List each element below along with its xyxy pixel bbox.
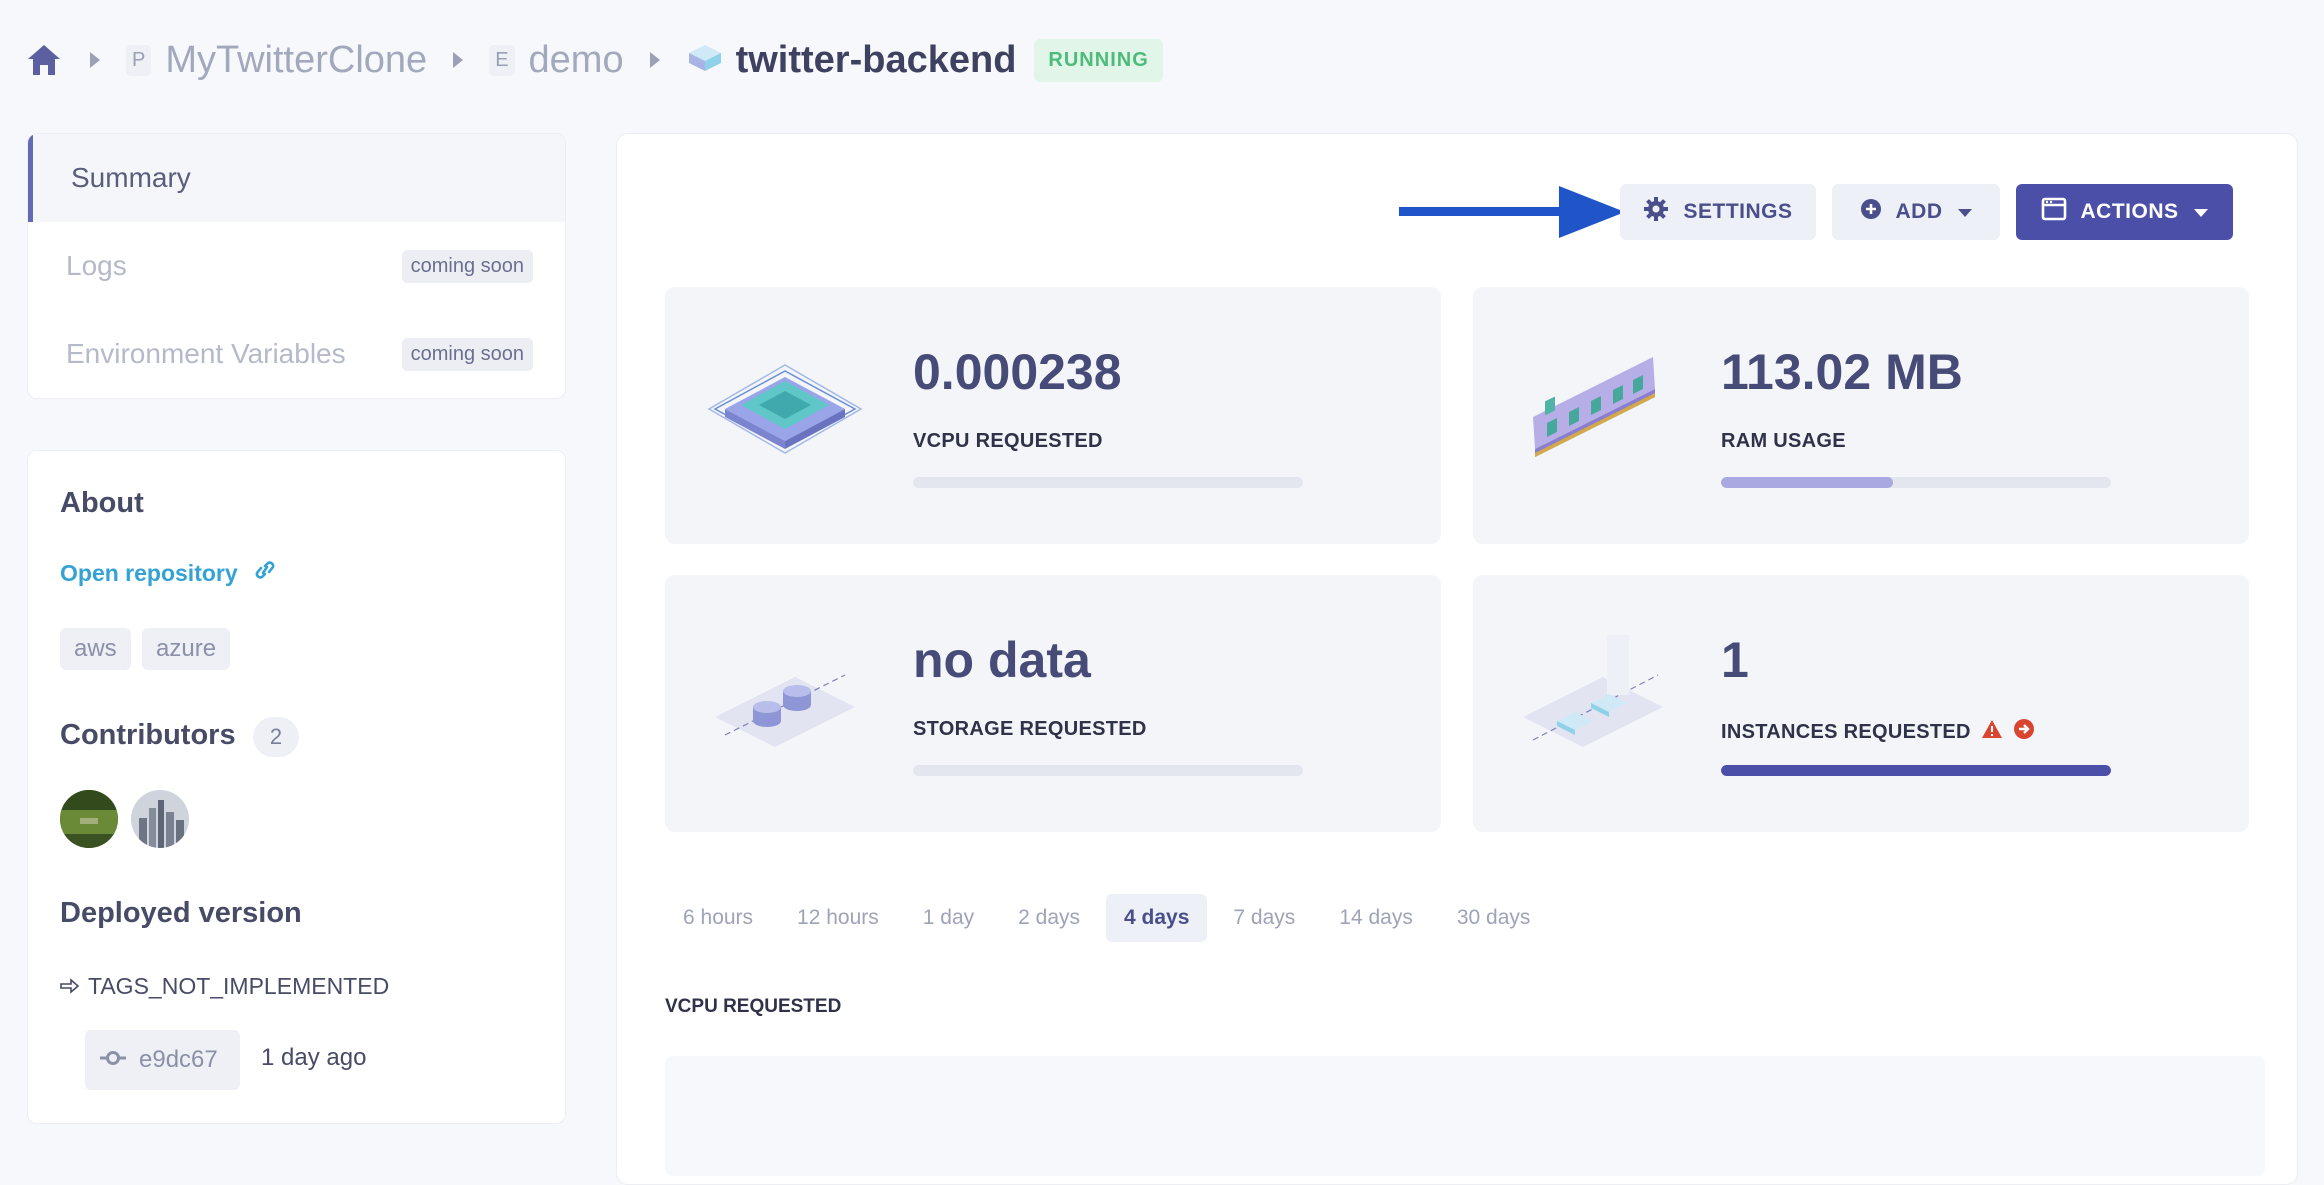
about-title: About xyxy=(60,487,144,519)
tag-azure: azure xyxy=(142,628,231,670)
deployed-version-title: Deployed version xyxy=(60,897,302,929)
commit-time: 1 day ago xyxy=(261,1044,367,1071)
metric-label-text: STORAGE REQUESTED xyxy=(913,718,1147,740)
nav-item-label: Summary xyxy=(71,162,191,193)
window-icon xyxy=(2041,197,2067,227)
nav-item-label: Environment Variables xyxy=(66,338,346,369)
chevron-right-icon xyxy=(443,50,473,70)
metric-progress-bar xyxy=(1721,765,2111,776)
range-tab-1-day[interactable]: 1 day xyxy=(905,894,992,942)
commit-hash: e9dc67 xyxy=(139,1046,218,1073)
open-repository-link[interactable]: Open repository xyxy=(60,559,278,587)
commit-chip[interactable]: e9dc67 xyxy=(85,1030,240,1090)
actions-label: ACTIONS xyxy=(2080,200,2179,223)
breadcrumb-environment[interactable]: demo xyxy=(529,39,624,82)
caret-down-icon xyxy=(1957,200,1973,224)
coming-soon-badge: coming soon xyxy=(401,337,533,371)
metric-label: INSTANCES REQUESTED xyxy=(1721,718,2035,746)
breadcrumb-project[interactable]: MyTwitterClone xyxy=(165,39,427,82)
avatar[interactable] xyxy=(131,790,189,848)
chart-title: VCPU REQUESTED xyxy=(665,996,842,1017)
arrow-right-circle-icon[interactable] xyxy=(2013,718,2035,746)
chart-area xyxy=(665,1056,2265,1176)
deployed-tag-label: TAGS_NOT_IMPLEMENTED xyxy=(88,973,390,999)
breadcrumb: P MyTwitterClone E demo twitter-backend … xyxy=(24,30,1163,90)
annotation-arrow-icon xyxy=(1399,186,1625,238)
metric-card-instances: 1 INSTANCES REQUESTED xyxy=(1473,575,2249,832)
status-badge: RUNNING xyxy=(1034,38,1163,82)
metric-label-text: RAM USAGE xyxy=(1721,430,1846,452)
time-range-tabs: 6 hours 12 hours 1 day 2 days 4 days 7 d… xyxy=(665,894,1556,942)
metric-value: 1 xyxy=(1721,632,1749,688)
commit-icon xyxy=(99,1046,127,1074)
project-badge: P xyxy=(126,44,152,76)
range-tab-12-hours[interactable]: 12 hours xyxy=(779,894,897,942)
contributors-count: 2 xyxy=(253,717,299,757)
metric-card-ram: 113.02 MB RAM USAGE xyxy=(1473,287,2249,544)
range-tab-4-days[interactable]: 4 days xyxy=(1106,894,1208,942)
deployed-tag: TAGS_NOT_IMPLEMENTED xyxy=(60,973,389,1000)
add-label: ADD xyxy=(1895,200,1943,223)
metric-card-vcpu: 0.000238 VCPU REQUESTED xyxy=(665,287,1441,544)
plus-circle-icon xyxy=(1860,198,1882,226)
arrow-right-icon xyxy=(60,973,80,1000)
main-panel: SETTINGS ADD ACTIONS 0.000238 VCPU REQUE… xyxy=(616,133,2298,1185)
contributors-title: Contributors xyxy=(60,719,236,751)
metric-progress-fill xyxy=(1721,765,2111,776)
metric-label-text: VCPU REQUESTED xyxy=(913,430,1103,452)
chevron-right-icon xyxy=(80,50,110,70)
coming-soon-badge: coming soon xyxy=(401,249,533,283)
metric-label: STORAGE REQUESTED xyxy=(913,718,1147,741)
range-tab-7-days[interactable]: 7 days xyxy=(1215,894,1313,942)
storage-disks-icon xyxy=(715,674,855,747)
metric-label-text: INSTANCES REQUESTED xyxy=(1721,720,1971,743)
settings-button[interactable]: SETTINGS xyxy=(1620,184,1816,240)
breadcrumb-service: twitter-backend xyxy=(735,38,1017,81)
add-button[interactable]: ADD xyxy=(1832,184,2000,240)
chevron-right-icon xyxy=(640,50,670,70)
settings-label: SETTINGS xyxy=(1683,200,1793,223)
metric-label: VCPU REQUESTED xyxy=(913,430,1103,453)
range-tab-14-days[interactable]: 14 days xyxy=(1321,894,1431,942)
nav-item-logs[interactable]: Logs coming soon xyxy=(28,222,565,310)
instances-icon xyxy=(1523,635,1663,747)
avatar[interactable] xyxy=(60,790,118,848)
metric-progress-bar xyxy=(1721,477,2111,488)
range-tab-6-hours[interactable]: 6 hours xyxy=(665,894,771,942)
home-icon[interactable] xyxy=(24,40,64,80)
metric-value: no data xyxy=(913,632,1091,688)
metric-value: 113.02 MB xyxy=(1721,344,1963,400)
nav-item-summary[interactable]: Summary xyxy=(28,134,565,222)
nav-item-label: Logs xyxy=(66,250,127,281)
service-icon xyxy=(686,41,724,80)
warning-icon[interactable] xyxy=(1981,719,2003,745)
caret-down-icon xyxy=(2193,200,2209,224)
nav-item-environment-variables[interactable]: Environment Variables coming soon xyxy=(28,310,565,398)
metric-card-storage: no data STORAGE REQUESTED xyxy=(665,575,1441,832)
cpu-chip-icon xyxy=(707,364,863,454)
ram-module-icon xyxy=(1533,357,1655,457)
metric-progress-bar xyxy=(913,765,1303,776)
repo-link-label: Open repository xyxy=(60,559,238,586)
range-tab-2-days[interactable]: 2 days xyxy=(1000,894,1098,942)
environment-badge: E xyxy=(489,44,515,76)
tag-aws: aws xyxy=(60,628,131,670)
metric-progress-fill xyxy=(1721,477,1893,488)
about-card: About Open repository aws azure Contribu… xyxy=(27,450,566,1124)
actions-button[interactable]: ACTIONS xyxy=(2016,184,2233,240)
range-tab-30-days[interactable]: 30 days xyxy=(1439,894,1549,942)
metric-progress-bar xyxy=(913,477,1303,488)
service-nav: Summary Logs coming soon Environment Var… xyxy=(27,133,566,399)
link-icon xyxy=(252,559,278,587)
gear-icon xyxy=(1643,196,1669,228)
metric-value: 0.000238 xyxy=(913,344,1122,400)
metric-label: RAM USAGE xyxy=(1721,430,1846,453)
